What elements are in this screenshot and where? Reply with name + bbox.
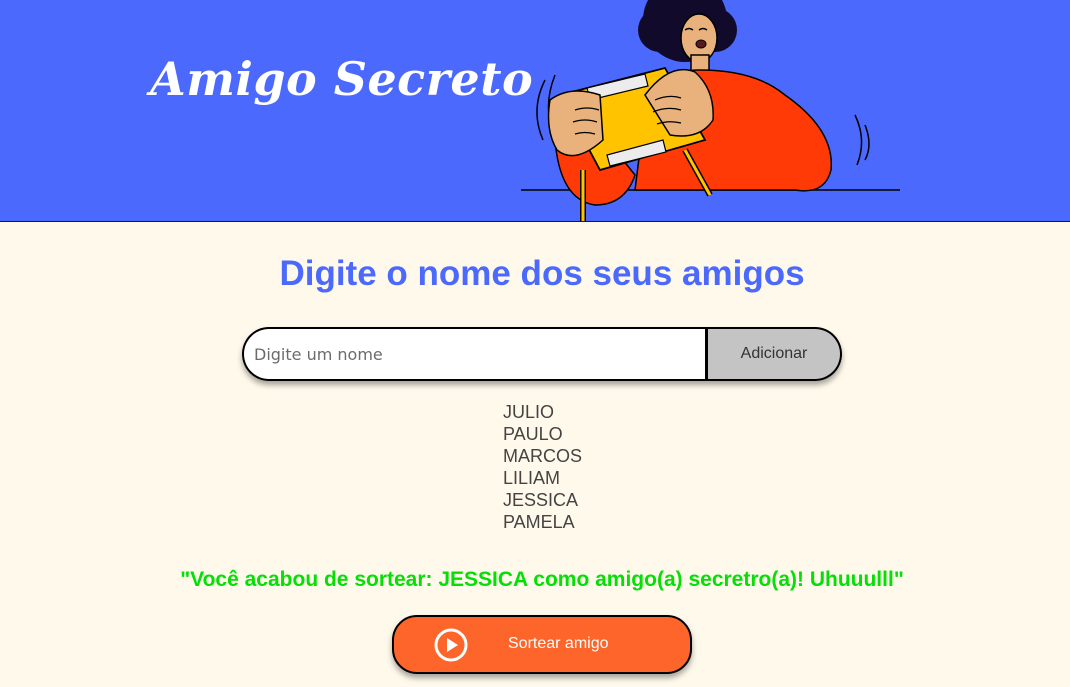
draw-button-label: Sortear amigo bbox=[508, 635, 609, 652]
play-circle-icon bbox=[434, 628, 468, 662]
draw-result-text: "Você acabou de sortear: JESSICA como am… bbox=[180, 568, 904, 591]
friend-list-item: PAMELA bbox=[503, 512, 575, 532]
header-banner: Amigo Secreto bbox=[0, 0, 1070, 222]
main-heading: Digite o nome dos seus amigos bbox=[279, 254, 805, 293]
friend-list-item: MARCOS bbox=[503, 446, 583, 466]
friend-name-input[interactable] bbox=[242, 327, 707, 381]
person-holding-gift-illustration bbox=[521, 0, 900, 221]
friend-list-item: LILIAM bbox=[503, 468, 561, 488]
add-button[interactable]: Adicionar bbox=[705, 327, 842, 381]
friend-list-item: JULIO bbox=[503, 402, 555, 422]
friend-list-item: JESSICA bbox=[503, 490, 579, 510]
friends-list: JULIO PAULO MARCOS LILIAM JESSICA PAMELA bbox=[503, 401, 582, 533]
add-friend-form: Adicionar bbox=[242, 327, 842, 381]
friend-list-item: PAULO bbox=[503, 424, 563, 444]
app-title: Amigo Secreto bbox=[150, 52, 534, 106]
draw-friend-button[interactable]: Sortear amigo bbox=[392, 615, 692, 674]
